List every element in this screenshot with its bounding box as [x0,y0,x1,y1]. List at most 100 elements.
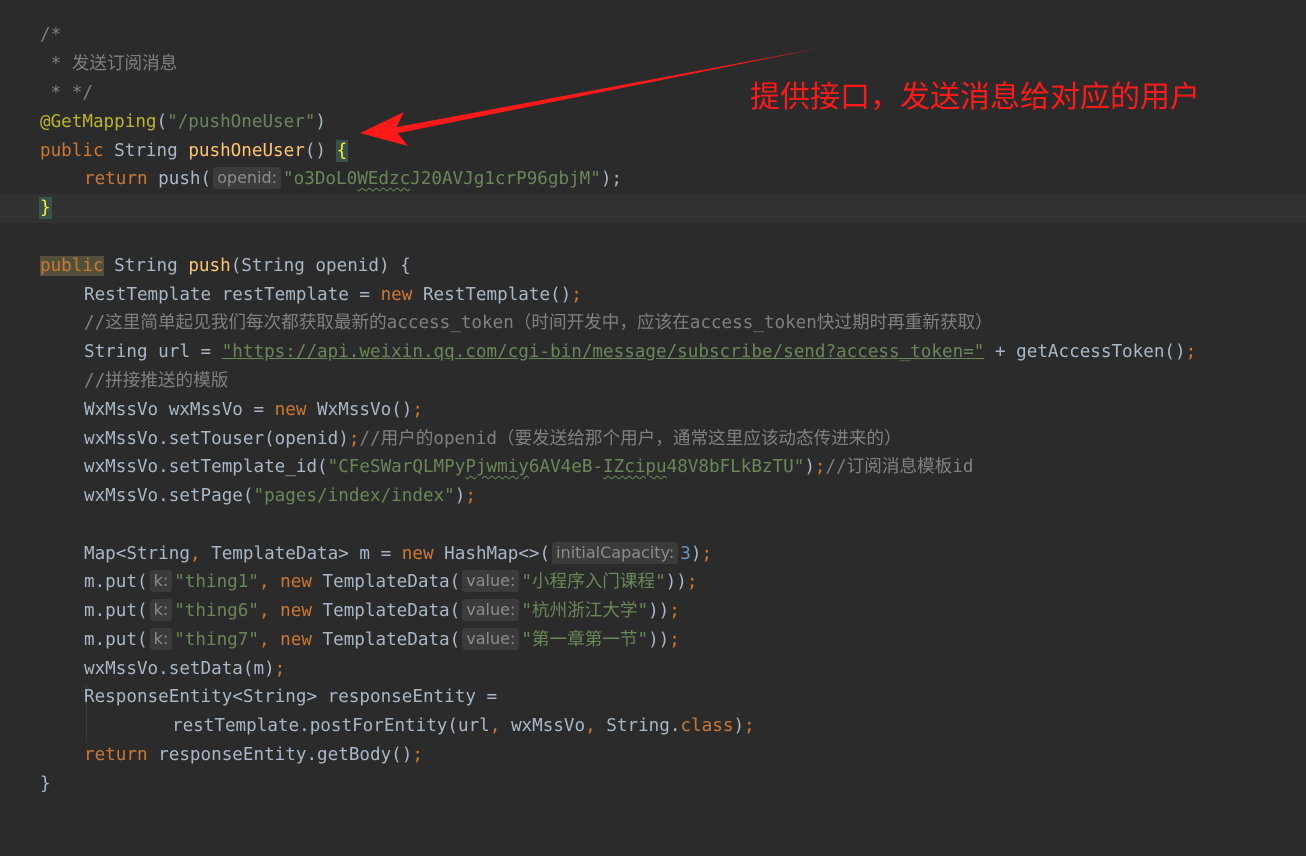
code-line-20[interactable]: m.put(k: "thing1", new TemplateData(value… [0,568,1306,597]
string-literal: IZcipu [603,457,667,477]
inlay-hint: openid: [213,167,282,189]
code-line-9[interactable]: public String push(String openid) { [0,252,1306,281]
code-line-25[interactable]: restTemplate.postForEntity(url, wxMssVo,… [0,712,1306,741]
punctuation: ; [274,659,286,679]
comment: //这里简单起见我们每次都获取最新的access_token（时间开发中，应该在… [84,313,993,333]
keyword: new [401,544,434,564]
code-line-5[interactable]: public String pushOneUser() { [0,137,1306,166]
code-line-22[interactable]: m.put(k: "thing7", new TemplateData(value… [0,626,1306,655]
code-line-6[interactable]: return push(openid: "o3DoL0WEdzcJ20AVJg1c… [0,165,1306,194]
comment: /* [40,25,62,45]
punctuation: ; [701,544,713,564]
code-line-14[interactable]: WxMssVo wxMssVo = new WxMssVo(); [0,396,1306,425]
code-line-10[interactable]: RestTemplate restTemplate = new RestTemp… [0,281,1306,310]
code-token: m.put( [84,572,148,592]
code-token: RestTemplate restTemplate = [84,285,381,305]
code-token: WxMssVo wxMssVo = [84,400,275,420]
punctuation: , [585,716,596,736]
string-literal: "CFeSWarQLMPy [327,457,466,477]
code-line-17[interactable]: wxMssVo.setPage("pages/index/index"); [0,482,1306,511]
punctuation: ; [669,601,680,621]
code-token: ); [600,169,623,189]
code-token: )) [665,572,687,592]
punctuation: ; [1185,342,1197,362]
code-token: ) [690,544,702,564]
code-token: String [103,256,189,276]
string-literal: "pages/index/index" [253,486,455,506]
keyword: new [280,630,312,650]
code-token: TemplateData( [311,601,461,621]
keyword: new [280,601,312,621]
method-name: push [188,256,231,276]
code-token: } [40,774,51,794]
punctuation: ; [686,572,698,592]
code-line-12[interactable]: String url = "https://api.weixin.qq.com/… [0,338,1306,367]
punctuation: ; [465,486,476,506]
code-line-27[interactable]: } [0,770,1306,799]
inlay-hint: k: [149,628,173,650]
code-line-2[interactable]: * 发送订阅消息 [0,50,1306,79]
code-line-1[interactable]: /* [0,21,1306,50]
code-token: String. [595,716,681,736]
code-editor[interactable]: /* * 发送订阅消息 * */ @GetMapping("/pushOneUs… [0,0,1306,809]
code-token: ResponseEntity<String> responseEntity = [84,687,498,707]
code-token: wxMssVo.setPage( [84,486,254,506]
code-token: Map<String [84,544,190,564]
code-line-24[interactable]: ResponseEntity<String> responseEntity = [0,683,1306,712]
string-literal: "小程序入门课程" [521,572,666,592]
string-literal: "o3DoL0 [283,169,358,189]
comment: * 发送订阅消息 [40,54,178,74]
comment: //拼接推送的模版 [84,371,229,391]
code-token: restTemplate.postForEntity(url [172,716,490,736]
code-line-26[interactable]: return responseEntity.getBody(); [0,741,1306,770]
string-literal: "thing7" [174,630,259,650]
code-line-13[interactable]: //拼接推送的模版 [0,367,1306,396]
code-token: wxMssVo [500,716,586,736]
inlay-hint: value: [462,628,520,650]
matched-brace: } [39,197,52,219]
comment: * */ [40,83,93,103]
code-token: TemplateData> m = [200,544,402,564]
number-literal: 3 [680,544,691,564]
inlay-hint: value: [462,599,520,621]
punctuation: ; [669,630,680,650]
inlay-hint: value: [462,570,520,592]
code-line-21[interactable]: m.put(k: "thing6", new TemplateData(value… [0,597,1306,626]
code-token: String url = [84,342,222,362]
code-token: HashMap<>( [433,544,551,564]
code-line-11[interactable]: //这里简单起见我们每次都获取最新的access_token（时间开发中，应该在… [0,309,1306,338]
code-line-15[interactable]: wxMssVo.setTouser(openid);//用户的openid（要发… [0,425,1306,454]
keyword: new [380,285,413,305]
string-literal: Pjwmiy [465,457,529,477]
url-string-link[interactable]: "https://api.weixin.qq.com/cgi-bin/messa… [222,342,985,362]
code-line-7[interactable]: } [0,194,1306,223]
string-literal: "杭州浙江大学" [521,601,649,621]
code-token: push( [147,169,212,189]
comment: //用户的openid（要发送给那个用户，通常这里应该动态传进来的） [359,429,902,449]
punctuation: ; [571,285,582,305]
code-token: )) [648,630,670,650]
string-literal: 48V8bFLkBzTU" [666,457,805,477]
keyword: class [680,716,734,736]
code-line-19[interactable]: Map<String, TemplateData> m = new HashMa… [0,540,1306,569]
code-token: TemplateData( [311,572,461,592]
inlay-hint: initialCapacity: [552,542,679,564]
code-token: String [103,141,189,161]
code-token: TemplateData( [311,630,461,650]
code-line-23[interactable]: wxMssVo.setData(m); [0,655,1306,684]
code-token: wxMssVo.setData(m) [84,659,275,679]
code-token: ) [804,457,815,477]
code-token: responseEntity.getBody() [147,745,413,765]
punctuation: , [189,544,201,564]
punctuation: ; [744,716,755,736]
inlay-hint: k: [149,599,173,621]
code-token: m.put( [84,601,148,621]
keyword: new [274,400,307,420]
code-token: WxMssVo() [306,400,413,420]
code-token: ) [315,112,327,132]
code-line-16[interactable]: wxMssVo.setTemplate_id("CFeSWarQLMPyPjwm… [0,453,1306,482]
code-token: m.put( [84,630,148,650]
string-literal: J20AVJg1crP96gbjM" [410,169,601,189]
